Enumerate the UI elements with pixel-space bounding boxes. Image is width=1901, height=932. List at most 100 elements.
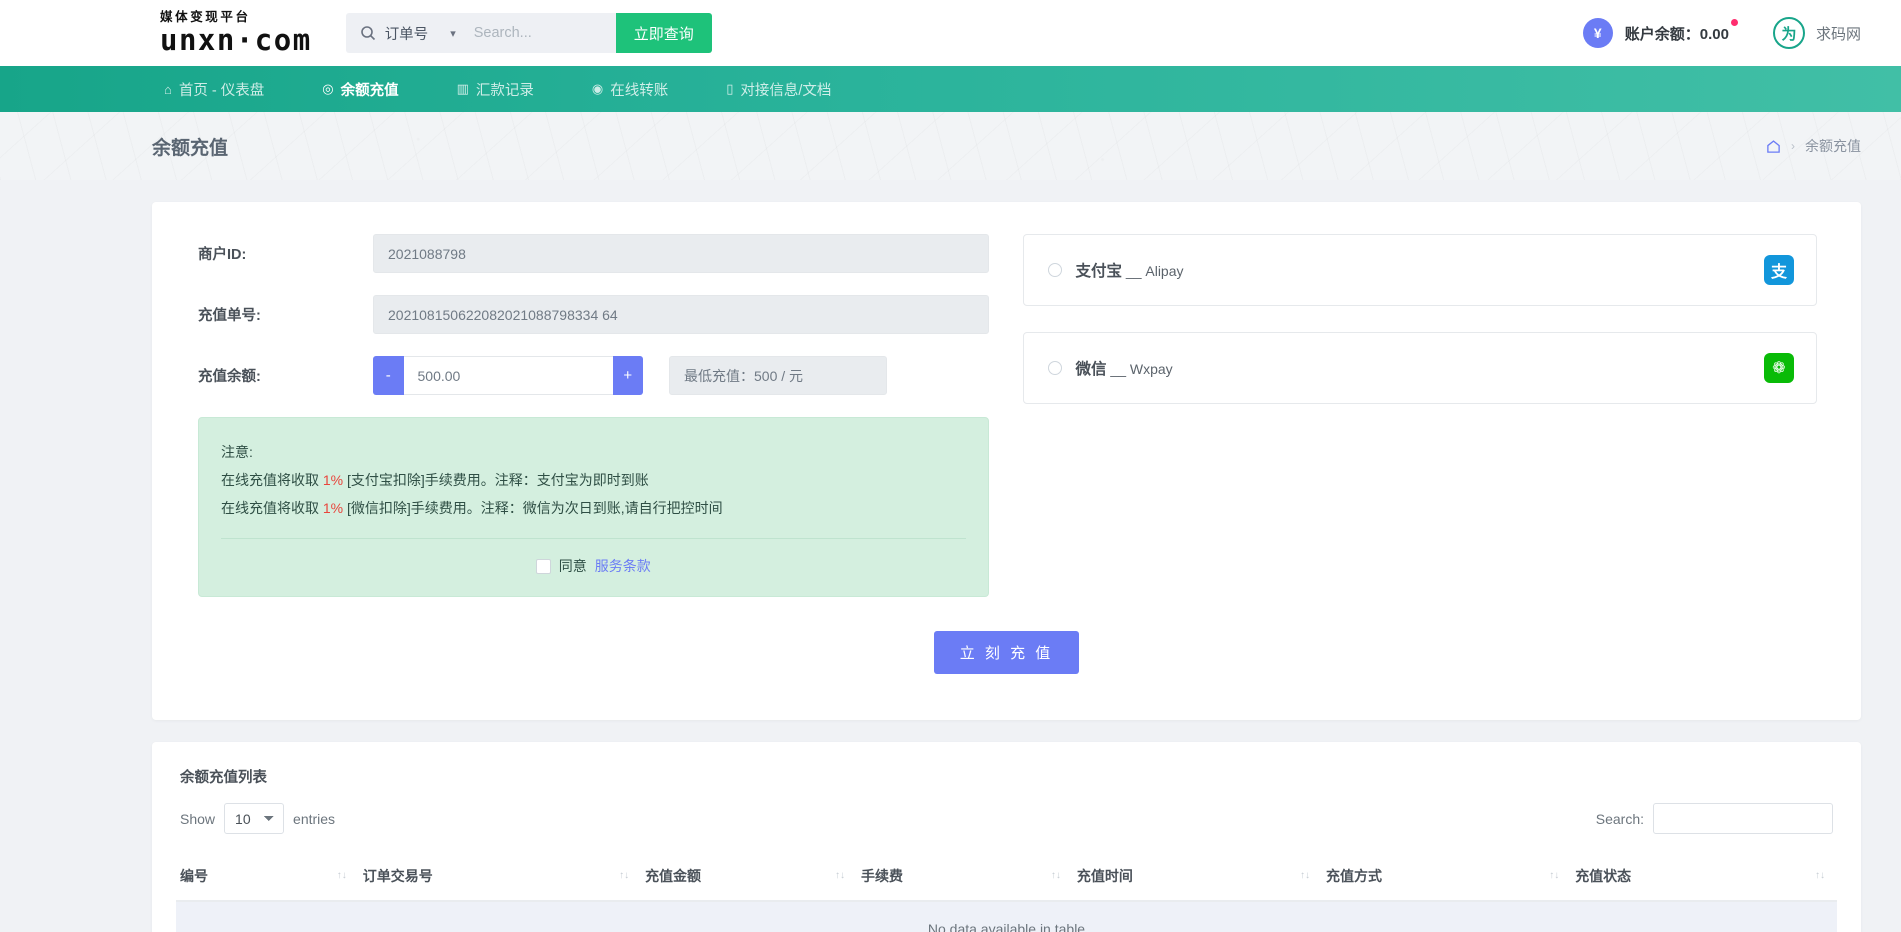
notice-line-wxpay-pct: 1%	[323, 500, 343, 516]
search-icon	[360, 25, 376, 41]
order-no-label: 充值单号:	[198, 304, 373, 325]
search-submit-button[interactable]: 立即查询	[616, 13, 712, 53]
column-header-method[interactable]: 充值方式 ↑↓	[1322, 852, 1571, 901]
table-header-row: 编号 ↑↓ 订单交易号 ↑↓ 充值金额 ↑↓ 手续费	[176, 852, 1837, 901]
sort-icon: ↑↓	[337, 871, 347, 881]
recharge-list-inner: 余额充值列表 Show 10 25 50 100 entries Search:	[152, 742, 1861, 932]
radio-alipay[interactable]	[1048, 263, 1062, 277]
chevron-down-icon: ▾	[450, 27, 456, 40]
notice-line-alipay-pct: 1%	[323, 472, 343, 488]
recharge-table: 编号 ↑↓ 订单交易号 ↑↓ 充值金额 ↑↓ 手续费	[176, 852, 1837, 932]
agree-checkbox[interactable]	[536, 559, 551, 574]
search-category-label: 订单号	[385, 23, 429, 44]
payment-option-wxpay-label: 微信 __ Wxpay	[1076, 357, 1173, 379]
table-empty-row: No data available in table	[176, 901, 1837, 932]
payment-option-alipay[interactable]: 支付宝 __ Alipay 支	[1023, 234, 1818, 306]
amount-label: 充值余额:	[198, 365, 373, 386]
column-header-method-label: 充值方式	[1326, 868, 1382, 884]
sort-icon: ↑↓	[835, 871, 845, 881]
table-search-label: Search:	[1596, 811, 1644, 827]
brand-logo[interactable]: 媒体变现平台 unxn·com	[160, 11, 312, 55]
page-content: 商户ID: 2021088798 充值单号: 20210815062208202…	[0, 202, 1901, 932]
sort-icon: ↑↓	[619, 871, 629, 881]
column-header-id-label: 编号	[180, 868, 208, 884]
account-balance-label: 账户余额：0.00	[1625, 23, 1729, 44]
notification-dot-icon	[1731, 19, 1738, 26]
table-empty-message: No data available in table	[176, 901, 1837, 932]
show-label: Show	[180, 811, 215, 827]
amount-decrement-button[interactable]: -	[373, 356, 404, 395]
recharge-submit-button[interactable]: 立 刻 充 值	[934, 631, 1080, 674]
sort-icon: ↑↓	[1051, 871, 1061, 881]
field-order-no: 充值单号: 202108150622082021088798334 64	[198, 295, 989, 334]
page-size-group: Show 10 25 50 100 entries	[180, 803, 335, 834]
column-header-time-label: 充值时间	[1077, 868, 1133, 884]
search-left-group: 订单号 ▾	[346, 13, 466, 53]
site-name-label: 求码网	[1816, 23, 1861, 44]
amount-increment-button[interactable]: +	[613, 356, 644, 395]
search-input[interactable]	[466, 13, 616, 53]
nav-item-transfer[interactable]: ◉ 在线转账	[580, 79, 680, 100]
page-header-band: 余额充值 › 余额充值	[0, 112, 1901, 180]
nav-item-dashboard-label: 首页 - 仪表盘	[179, 79, 264, 100]
notice-line-alipay-post: [支付宝扣除]手续费用。注释：支付宝为即时到账	[343, 472, 649, 488]
table-search-input[interactable]	[1653, 803, 1833, 834]
breadcrumb-separator: ›	[1791, 139, 1795, 153]
target-icon: ◎	[322, 81, 333, 97]
page-size-select[interactable]: 10 25 50 100	[224, 803, 284, 834]
recharge-form-column: 商户ID: 2021088798 充值单号: 20210815062208202…	[176, 234, 1007, 597]
account-balance[interactable]: ¥ 账户余额：0.00	[1583, 18, 1729, 48]
notice-line-wxpay: 在线充值将收取 1% [微信扣除]手续费用。注释：微信为次日到账,请自行把控时间	[221, 494, 966, 522]
nav-item-recharge[interactable]: ◎ 余额充值	[310, 79, 410, 100]
site-link[interactable]: 为 求码网	[1773, 17, 1861, 49]
column-header-time[interactable]: 充值时间 ↑↓	[1073, 852, 1322, 901]
site-logo-icon: 为	[1773, 17, 1805, 49]
nav-item-docs[interactable]: ▯ 对接信息/文档	[714, 79, 843, 100]
amount-input[interactable]	[404, 356, 613, 395]
notice-line-alipay: 在线充值将收取 1% [支付宝扣除]手续费用。注释：支付宝为即时到账	[221, 466, 966, 494]
column-header-amount-label: 充值金额	[645, 868, 701, 884]
field-amount: 充值余额: - + 最低充值：500 / 元	[198, 356, 989, 395]
sort-icon: ↑↓	[1549, 871, 1559, 881]
recharge-list-title: 余额充值列表	[176, 766, 1837, 787]
header-right-group: ¥ 账户余额：0.00 为 求码网	[1583, 17, 1861, 49]
main-navigation: ⌂ 首页 - 仪表盘 ◎ 余额充值 ▥ 汇款记录 ◉ 在线转账 ▯ 对接信息/文…	[0, 66, 1901, 112]
breadcrumb-current: 余额充值	[1805, 136, 1861, 156]
merchant-id-label: 商户ID:	[198, 243, 373, 264]
home-icon[interactable]	[1766, 139, 1781, 154]
table-toolbar: Show 10 25 50 100 entries Search:	[176, 803, 1837, 834]
wxpay-label-sep: __	[1107, 361, 1130, 377]
nav-item-dashboard[interactable]: ⌂ 首页 - 仪表盘	[152, 79, 276, 100]
search-category-select[interactable]: 订单号 ▾	[385, 23, 456, 44]
recharge-panels: 商户ID: 2021088798 充值单号: 20210815062208202…	[152, 202, 1861, 597]
column-header-order-no[interactable]: 订单交易号 ↑↓	[359, 852, 641, 901]
table-search-group: Search:	[1596, 803, 1833, 834]
recharge-list-card: 余额充值列表 Show 10 25 50 100 entries Search:	[152, 742, 1861, 932]
breadcrumb: › 余额充值	[1766, 136, 1861, 156]
payment-methods-column: 支付宝 __ Alipay 支 微信 __ Wxpay ❁	[1007, 234, 1838, 597]
chart-icon: ▥	[457, 81, 469, 97]
wechat-logo-icon: ❁	[1764, 353, 1794, 383]
alipay-label-cn: 支付宝	[1076, 263, 1123, 280]
payment-option-wxpay[interactable]: 微信 __ Wxpay ❁	[1023, 332, 1818, 404]
transfer-icon: ◉	[592, 81, 603, 97]
alipay-label-sep: __	[1122, 263, 1145, 279]
terms-of-service-link[interactable]: 服务条款	[595, 556, 651, 576]
document-icon: ▯	[726, 81, 733, 97]
global-search: 订单号 ▾ 立即查询	[346, 13, 712, 53]
table-head: 编号 ↑↓ 订单交易号 ↑↓ 充值金额 ↑↓ 手续费	[176, 852, 1837, 901]
agree-label: 同意	[559, 556, 587, 576]
nav-item-transfer-label: 在线转账	[610, 79, 668, 100]
field-merchant-id: 商户ID: 2021088798	[198, 234, 989, 273]
radio-wxpay[interactable]	[1048, 361, 1062, 375]
nav-item-remittance[interactable]: ▥ 汇款记录	[445, 79, 546, 100]
merchant-id-value: 2021088798	[373, 234, 989, 273]
order-no-value: 202108150622082021088798334 64	[373, 295, 989, 334]
column-header-order-no-label: 订单交易号	[363, 868, 433, 884]
wxpay-label-cn: 微信	[1076, 361, 1107, 378]
column-header-id[interactable]: 编号 ↑↓	[176, 852, 359, 901]
column-header-fee[interactable]: 手续费 ↑↓	[857, 852, 1073, 901]
column-header-status[interactable]: 充值状态 ↑↓	[1571, 852, 1837, 901]
home-icon: ⌂	[164, 82, 172, 97]
column-header-amount[interactable]: 充值金额 ↑↓	[641, 852, 857, 901]
